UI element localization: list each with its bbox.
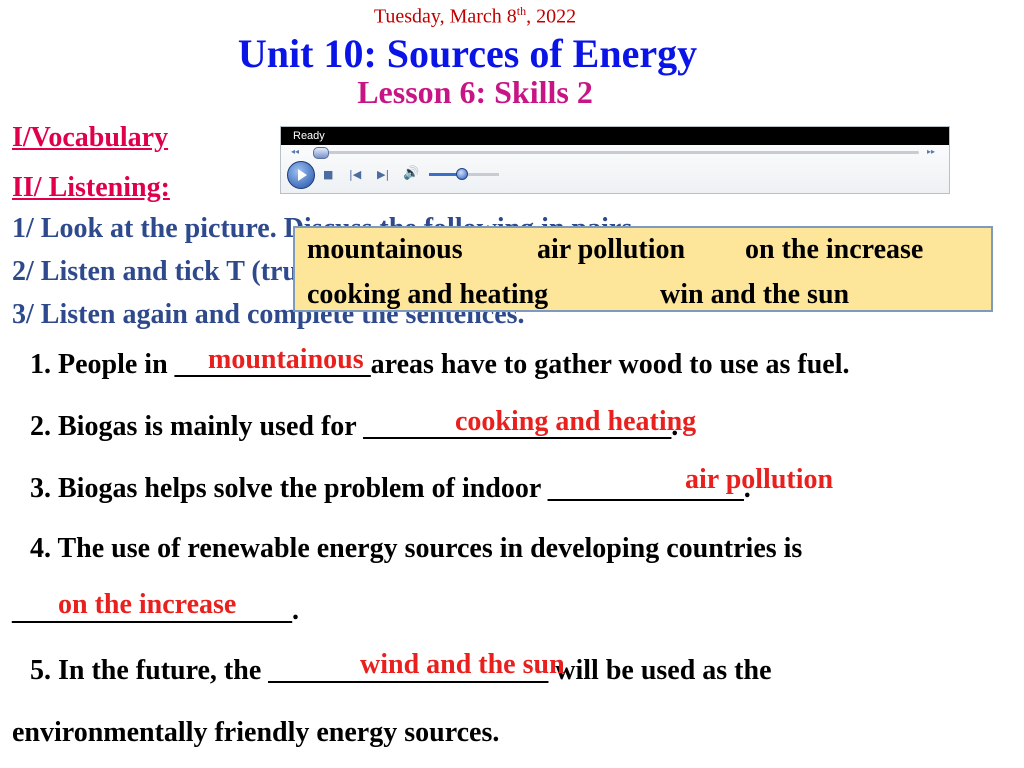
- seek-bar[interactable]: [319, 151, 919, 154]
- answer-2: cooking and heating: [455, 406, 697, 437]
- date-main: Tuesday, March 8: [373, 5, 517, 28]
- fast-forward-icon[interactable]: ▸▸: [927, 147, 935, 156]
- lesson-subtitle: Lesson 6: Skills 2: [357, 74, 593, 110]
- answer-1: mountainous: [208, 344, 364, 375]
- listening-link[interactable]: II/ Listening:: [12, 172, 170, 204]
- previous-icon[interactable]: |◀: [349, 168, 361, 181]
- word-5: win and the sun: [660, 279, 850, 310]
- volume-handle[interactable]: [455, 168, 468, 180]
- word-3: on the increase: [745, 234, 924, 265]
- answer-4: on the increase: [58, 589, 237, 620]
- rewind-icon[interactable]: ◂◂: [291, 147, 299, 156]
- word-4: cooking and heating: [307, 279, 549, 310]
- date-year: , 2022: [526, 5, 577, 28]
- date-suffix: th: [516, 4, 527, 18]
- stop-icon[interactable]: ■: [323, 168, 333, 181]
- answer-5: wind and the sun: [360, 649, 565, 680]
- play-icon[interactable]: [287, 161, 315, 189]
- answer-3: air pollution: [685, 464, 834, 495]
- sentence-1: 1. People in ______________areas have to…: [30, 349, 850, 380]
- player-status: Ready: [281, 127, 949, 145]
- vocabulary-link[interactable]: I/Vocabulary: [12, 122, 168, 154]
- sentence-4-line-1: 4. The use of renewable energy sources i…: [30, 533, 803, 564]
- sentence-5-line-2: environmentally friendly energy sources.: [12, 717, 500, 748]
- page-title: Unit 10: Sources of Energy: [237, 31, 698, 76]
- word-1: mountainous: [307, 234, 463, 265]
- sentence-3: 3. Biogas helps solve the problem of ind…: [30, 473, 751, 504]
- seek-handle[interactable]: [313, 147, 329, 159]
- volume-icon[interactable]: 🔊: [403, 166, 419, 181]
- word-2: air pollution: [537, 234, 686, 265]
- next-icon[interactable]: ▶|: [377, 168, 389, 181]
- word-box: mountainous air pollution on the increas…: [293, 226, 993, 312]
- media-player[interactable]: Ready ◂◂ ▸▸ ■ |◀ ▶| 🔊: [280, 126, 950, 194]
- date-line: Tuesday, March 8th, 2022: [0, 4, 950, 29]
